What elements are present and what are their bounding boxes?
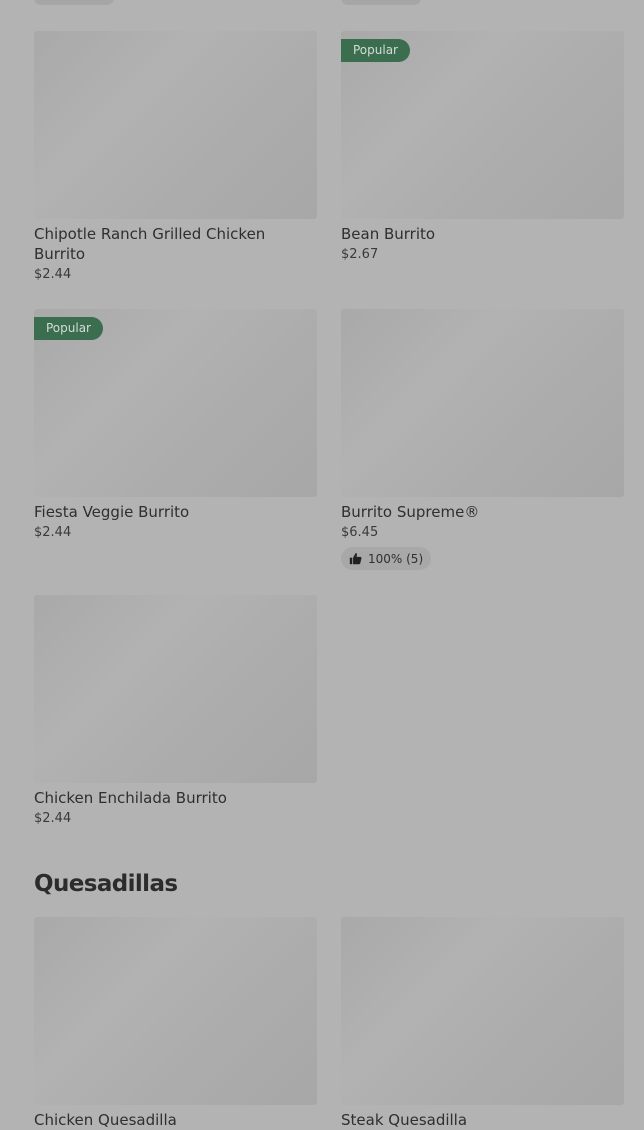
menu-item-price: $6.45 — [341, 525, 379, 540]
menu-item-image — [341, 917, 624, 1105]
menu-item-card[interactable]: Chicken Enchilada Burrito $2.44 — [34, 595, 317, 826]
menu-item-name: Chicken Quesadilla — [34, 1111, 177, 1129]
menu-item-card[interactable]: Popular Bean Burrito $2.67 — [341, 31, 624, 262]
popular-badge: Popular — [341, 39, 410, 62]
menu-item-image: Popular — [34, 309, 317, 497]
menu-item-name: Burrito Supreme® — [341, 503, 480, 521]
menu-item-name: Bean Burrito — [341, 225, 436, 243]
menu-item-card[interactable]: Chicken Quesadilla — [34, 917, 317, 1130]
menu-item-price: $2.44 — [34, 267, 72, 282]
menu-item-card[interactable]: Burrito Supreme® $6.45 100% (5) — [341, 309, 624, 570]
menu-item-name: Chipotle Ranch Grilled Chicken Burrito — [34, 225, 266, 263]
menu-item-image: Popular — [341, 31, 624, 219]
menu-item-card[interactable]: Chipotle Ranch Grilled Chicken Burrito $… — [34, 31, 317, 282]
menu-item-image — [34, 31, 317, 219]
menu-item-price: $2.67 — [341, 247, 379, 262]
thumbs-up-icon — [349, 552, 362, 565]
menu-item-card[interactable]: Popular Fiesta Veggie Burrito $2.44 — [34, 309, 317, 540]
menu-item-price: $2.44 — [34, 525, 72, 540]
menu-item-name: Chicken Enchilada Burrito — [34, 789, 227, 807]
menu-item-image — [34, 917, 317, 1105]
menu-item-card[interactable]: Steak Quesadilla — [341, 917, 624, 1130]
menu-item-name: Steak Quesadilla — [341, 1111, 468, 1129]
previous-item-tag — [341, 0, 421, 5]
popular-badge: Popular — [34, 317, 103, 340]
rating-text: 100% (5) — [368, 551, 424, 566]
menu-item-price: $2.44 — [34, 811, 72, 826]
menu-item-image — [341, 309, 624, 497]
menu-item-image — [34, 595, 317, 783]
section-title: Quesadillas — [34, 871, 178, 897]
previous-item-tag — [34, 0, 114, 5]
rating-badge: 100% (5) — [341, 547, 432, 570]
menu-item-name: Fiesta Veggie Burrito — [34, 503, 190, 521]
